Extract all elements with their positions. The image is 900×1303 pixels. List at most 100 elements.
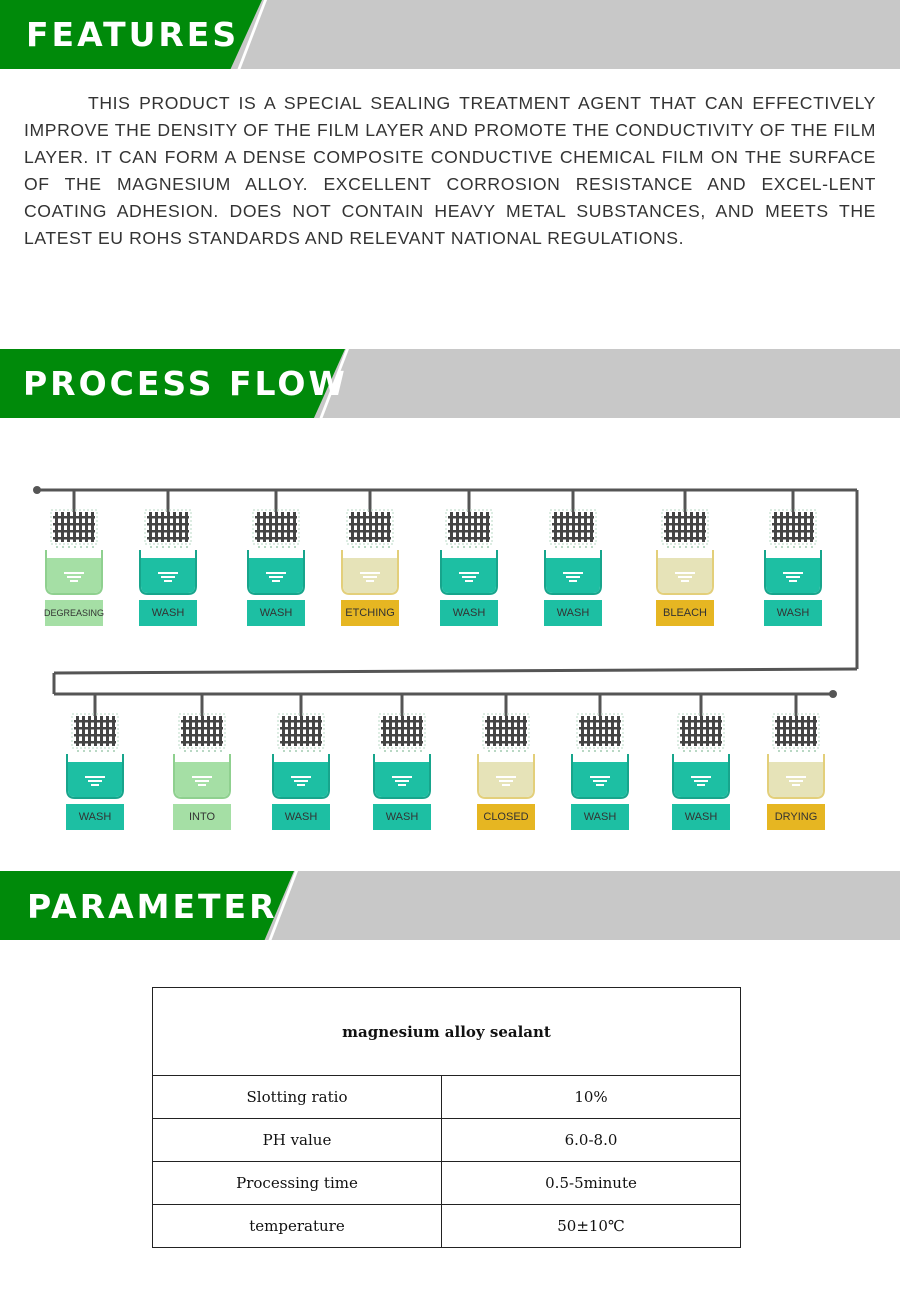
process-step-row1-3	[247, 490, 305, 595]
rack-bar	[381, 727, 423, 730]
drip	[561, 546, 563, 548]
rack-bar	[381, 734, 423, 737]
drip	[579, 546, 581, 548]
rack-bar	[280, 741, 322, 744]
drip	[174, 546, 176, 548]
rack-bar	[552, 530, 594, 533]
water-level-icon	[789, 780, 803, 782]
water-level-icon	[691, 776, 711, 778]
drip	[208, 750, 210, 752]
drip	[475, 546, 477, 548]
tank-liquid	[769, 762, 823, 797]
drip	[162, 546, 164, 548]
rack-bar	[775, 720, 817, 723]
drip	[707, 750, 709, 752]
param-value: 50±10℃	[441, 1204, 741, 1248]
drip	[294, 546, 296, 548]
step-label: WASH	[672, 804, 730, 830]
drip	[796, 750, 798, 752]
tank-liquid	[274, 762, 328, 797]
rack-bar	[53, 523, 95, 526]
water-level-icon	[398, 784, 406, 786]
drip	[180, 546, 182, 548]
param-name: temperature	[152, 1204, 442, 1248]
water-level-icon	[675, 572, 695, 574]
param-value: 6.0-8.0	[441, 1118, 741, 1162]
drip	[77, 750, 79, 752]
rack-bar	[485, 720, 527, 723]
water-level-icon	[593, 780, 607, 782]
water-level-icon	[164, 580, 172, 582]
rack-bar	[485, 727, 527, 730]
tank-liquid	[573, 762, 627, 797]
drip	[703, 546, 705, 548]
water-level-icon	[462, 576, 476, 578]
drip	[156, 546, 158, 548]
water-level-icon	[395, 780, 409, 782]
drip	[107, 750, 109, 752]
process-flow-title: PROCESS FLOW	[23, 364, 348, 403]
tank-liquid	[546, 558, 600, 593]
drip	[775, 546, 777, 548]
step-label: WASH	[139, 600, 197, 626]
table-row: temperature 50±10℃	[152, 1204, 741, 1248]
water-level-icon	[192, 776, 212, 778]
water-level-icon	[67, 576, 81, 578]
water-level-icon	[360, 572, 380, 574]
water-level-icon	[465, 580, 473, 582]
step-label: WASH	[66, 804, 124, 830]
water-level-icon	[783, 572, 803, 574]
process-step-row2-3	[272, 694, 330, 799]
water-level-icon	[392, 776, 412, 778]
rack-bar	[74, 734, 116, 737]
drip	[313, 750, 315, 752]
rack-bar	[280, 727, 322, 730]
rack-bar	[53, 530, 95, 533]
rack-bar	[255, 516, 297, 519]
drip	[376, 546, 378, 548]
param-name: PH value	[152, 1118, 442, 1162]
drip	[89, 750, 91, 752]
water-level-icon	[85, 776, 105, 778]
water-level-icon	[566, 576, 580, 578]
drip	[591, 546, 593, 548]
drip	[463, 546, 465, 548]
water-level-icon	[569, 580, 577, 582]
drip	[582, 750, 584, 752]
rack-bar	[53, 516, 95, 519]
process-step-row2-4	[373, 694, 431, 799]
rack-bar	[381, 720, 423, 723]
rack-bar	[579, 720, 621, 723]
drip	[488, 750, 490, 752]
drip	[288, 546, 290, 548]
drip	[683, 750, 685, 752]
drip	[784, 750, 786, 752]
drip	[113, 750, 115, 752]
process-step-row1-2	[139, 490, 197, 595]
drip	[307, 750, 309, 752]
water-level-icon	[681, 580, 689, 582]
process-step-row2-2	[173, 694, 231, 799]
drip	[86, 546, 88, 548]
param-name: Slotting ratio	[152, 1075, 442, 1119]
table-row: Processing time 0.5-5minute	[152, 1161, 741, 1205]
step-label: INTO	[173, 804, 231, 830]
drip	[402, 750, 404, 752]
process-flow-diagram: DEGREASING WASH WASH ETCHING WASH WASH BLEACH W…	[0, 470, 900, 850]
rack-bar	[255, 530, 297, 533]
water-level-icon	[266, 572, 286, 574]
drip	[264, 546, 266, 548]
tank-liquid	[766, 558, 820, 593]
rack-bar	[255, 537, 297, 540]
rack-bar	[448, 516, 490, 519]
water-level-icon	[459, 572, 479, 574]
process-step-row2-6	[571, 694, 629, 799]
rack-bar	[664, 516, 706, 519]
parameter-banner: PARAMETER	[0, 871, 900, 940]
water-level-icon	[70, 580, 78, 582]
rack-bar	[181, 720, 223, 723]
water-level-icon	[91, 784, 99, 786]
drip	[802, 750, 804, 752]
drip	[276, 546, 278, 548]
param-value: 10%	[441, 1075, 741, 1119]
